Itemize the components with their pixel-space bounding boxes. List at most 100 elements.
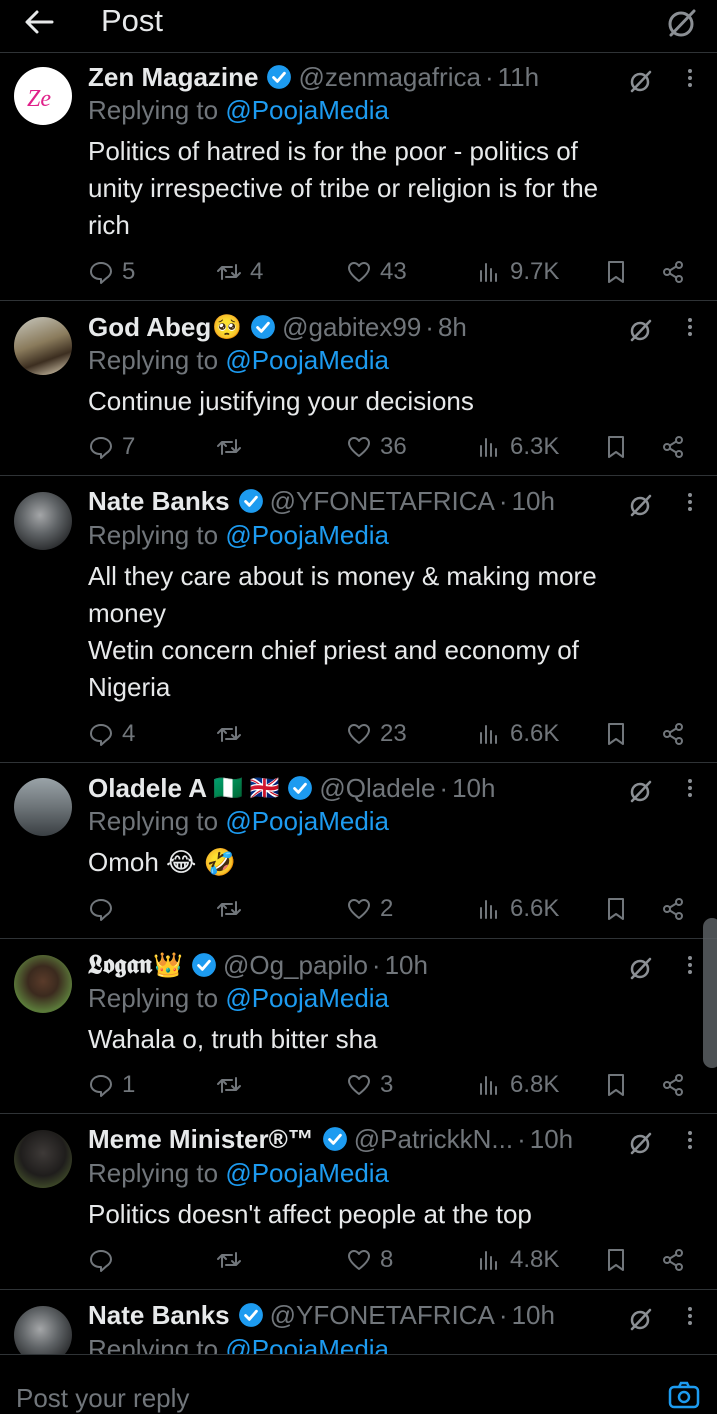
repost-button[interactable]: 4	[216, 257, 263, 287]
views-button[interactable]: 9.7K	[476, 257, 559, 287]
avatar[interactable]	[14, 317, 72, 375]
grok-icon[interactable]	[664, 5, 700, 41]
repost-button[interactable]	[216, 432, 250, 462]
author-name[interactable]: Oladele A	[88, 773, 207, 804]
bookmark-button[interactable]	[603, 257, 637, 287]
more-icon[interactable]	[680, 775, 700, 801]
share-button[interactable]	[660, 719, 694, 749]
grok-icon[interactable]	[627, 1305, 655, 1333]
replying-to-mention[interactable]: @PoojaMedia	[225, 95, 389, 125]
reply-tweet[interactable]: 𝕷𝖔𝖌𝖆𝖓 👑 @Og_papilo · 10h Replying to @Po…	[0, 939, 717, 1114]
author-line: Nate Banks @YFONETAFRICA · 10h	[88, 1298, 555, 1332]
post-time[interactable]: 10h	[512, 1300, 555, 1331]
avatar[interactable]	[14, 1130, 72, 1188]
grok-icon[interactable]	[627, 67, 655, 95]
bookmark-button[interactable]	[603, 1070, 637, 1100]
reply-button[interactable]: 4	[88, 719, 135, 749]
reply-tweet[interactable]: Meme Minister®™ @PatrickkN... · 10h Repl…	[0, 1114, 717, 1290]
more-icon[interactable]	[680, 65, 700, 91]
views-button[interactable]: 6.6K	[476, 719, 559, 749]
views-button[interactable]: 6.3K	[476, 432, 559, 462]
author-handle[interactable]: @YFONETAFRICA	[270, 1300, 495, 1331]
grok-icon[interactable]	[627, 491, 655, 519]
views-button[interactable]: 6.8K	[476, 1070, 559, 1100]
like-button[interactable]: 43	[346, 257, 407, 287]
like-button[interactable]: 8	[346, 1245, 393, 1275]
repost-button[interactable]	[216, 1070, 250, 1100]
author-handle[interactable]: @YFONETAFRICA	[270, 486, 495, 517]
author-handle[interactable]: @Qladele	[319, 773, 435, 804]
more-icon[interactable]	[680, 1127, 700, 1153]
like-button[interactable]: 23	[346, 719, 407, 749]
back-arrow-icon[interactable]	[22, 7, 56, 37]
author-handle[interactable]: @PatrickkN...	[354, 1124, 513, 1155]
grok-icon[interactable]	[627, 777, 655, 805]
reply-tweet[interactable]: Ze Zen Magazine @zenmagafrica · 11h Repl…	[0, 60, 717, 301]
author-handle[interactable]: @gabitex99	[282, 312, 421, 343]
grok-icon[interactable]	[627, 1129, 655, 1157]
avatar[interactable]	[14, 1306, 72, 1360]
reply-input-placeholder[interactable]: Post your reply	[16, 1383, 189, 1414]
more-icon[interactable]	[680, 489, 700, 515]
grok-icon[interactable]	[627, 954, 655, 982]
repost-button[interactable]	[216, 719, 250, 749]
reply-tweet[interactable]: Nate Banks @YFONETAFRICA · 10h Replying …	[0, 476, 717, 763]
share-button[interactable]	[660, 1070, 694, 1100]
avatar[interactable]: Ze	[14, 67, 72, 125]
bookmark-button[interactable]	[603, 1245, 637, 1275]
post-time[interactable]: 8h	[438, 312, 467, 343]
post-time[interactable]: 10h	[512, 486, 555, 517]
views-button[interactable]: 4.8K	[476, 1245, 559, 1275]
author-handle[interactable]: @Og_papilo	[223, 950, 368, 981]
scrollbar-handle[interactable]	[703, 918, 717, 1068]
author-name[interactable]: God Abeg	[88, 312, 211, 343]
more-icon[interactable]	[680, 314, 700, 340]
replying-to-mention[interactable]: @PoojaMedia	[225, 983, 389, 1013]
share-icon	[663, 898, 683, 920]
author-handle[interactable]: @zenmagafrica	[298, 62, 480, 93]
avatar[interactable]	[14, 492, 72, 550]
views-button[interactable]: 6.6K	[476, 894, 559, 924]
like-button[interactable]: 3	[346, 1070, 393, 1100]
author-name[interactable]: Nate Banks	[88, 1300, 230, 1331]
reply-text: Omoh 😂 🤣	[88, 844, 688, 881]
bookmark-button[interactable]	[603, 894, 637, 924]
reply-button[interactable]	[88, 894, 122, 924]
repost-button[interactable]	[216, 1245, 250, 1275]
reply-tweet[interactable]: Nate Banks @YFONETAFRICA · 10h Replying …	[0, 1290, 717, 1360]
replying-to-mention[interactable]: @PoojaMedia	[225, 345, 389, 375]
bookmark-button[interactable]	[603, 432, 637, 462]
post-time[interactable]: 10h	[385, 950, 428, 981]
share-button[interactable]	[660, 257, 694, 287]
post-time[interactable]: 10h	[452, 773, 495, 804]
replying-to-mention[interactable]: @PoojaMedia	[225, 520, 389, 550]
reply-tweet[interactable]: God Abeg 🥺 @gabitex99 · 8h Replying to @…	[0, 301, 717, 476]
reply-button[interactable]: 7	[88, 432, 135, 462]
author-name[interactable]: Nate Banks	[88, 486, 230, 517]
post-time[interactable]: 10h	[530, 1124, 573, 1155]
share-button[interactable]	[660, 432, 694, 462]
reply-tweet[interactable]: Oladele A 🇳🇬 🇬🇧 @Qladele · 10h Replying …	[0, 763, 717, 939]
reply-button[interactable]: 1	[88, 1070, 135, 1100]
grok-icon[interactable]	[627, 316, 655, 344]
like-button[interactable]: 2	[346, 894, 393, 924]
author-name[interactable]: Meme Minister®™	[88, 1124, 314, 1155]
camera-icon[interactable]	[668, 1381, 700, 1409]
reply-button[interactable]: 5	[88, 257, 135, 287]
avatar[interactable]	[14, 955, 72, 1013]
more-icon[interactable]	[680, 952, 700, 978]
share-button[interactable]	[660, 894, 694, 924]
author-name[interactable]: Zen Magazine	[88, 62, 258, 93]
post-time[interactable]: 11h	[498, 62, 539, 93]
avatar[interactable]	[14, 778, 72, 836]
more-icon[interactable]	[680, 1303, 700, 1329]
reply-button[interactable]	[88, 1245, 122, 1275]
author-name[interactable]: 𝕷𝖔𝖌𝖆𝖓	[88, 950, 152, 981]
like-button[interactable]: 36	[346, 432, 407, 462]
reply-composer[interactable]: Post your reply	[0, 1354, 717, 1413]
replying-to-mention[interactable]: @PoojaMedia	[225, 806, 389, 836]
share-button[interactable]	[660, 1245, 694, 1275]
bookmark-button[interactable]	[603, 719, 637, 749]
replying-to-mention[interactable]: @PoojaMedia	[225, 1158, 389, 1188]
repost-button[interactable]	[216, 894, 250, 924]
